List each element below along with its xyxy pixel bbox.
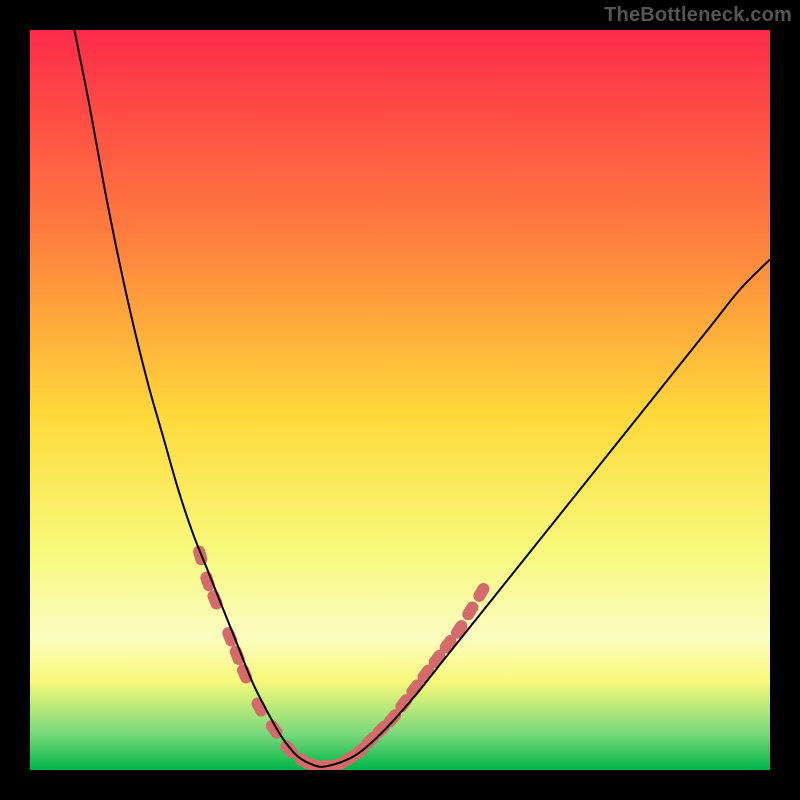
gradient-background bbox=[30, 30, 770, 770]
chart-frame: TheBottleneck.com bbox=[0, 0, 800, 800]
chart-plot-area bbox=[30, 30, 770, 770]
attribution-label: TheBottleneck.com bbox=[604, 4, 792, 27]
bottleneck-chart bbox=[30, 30, 770, 770]
